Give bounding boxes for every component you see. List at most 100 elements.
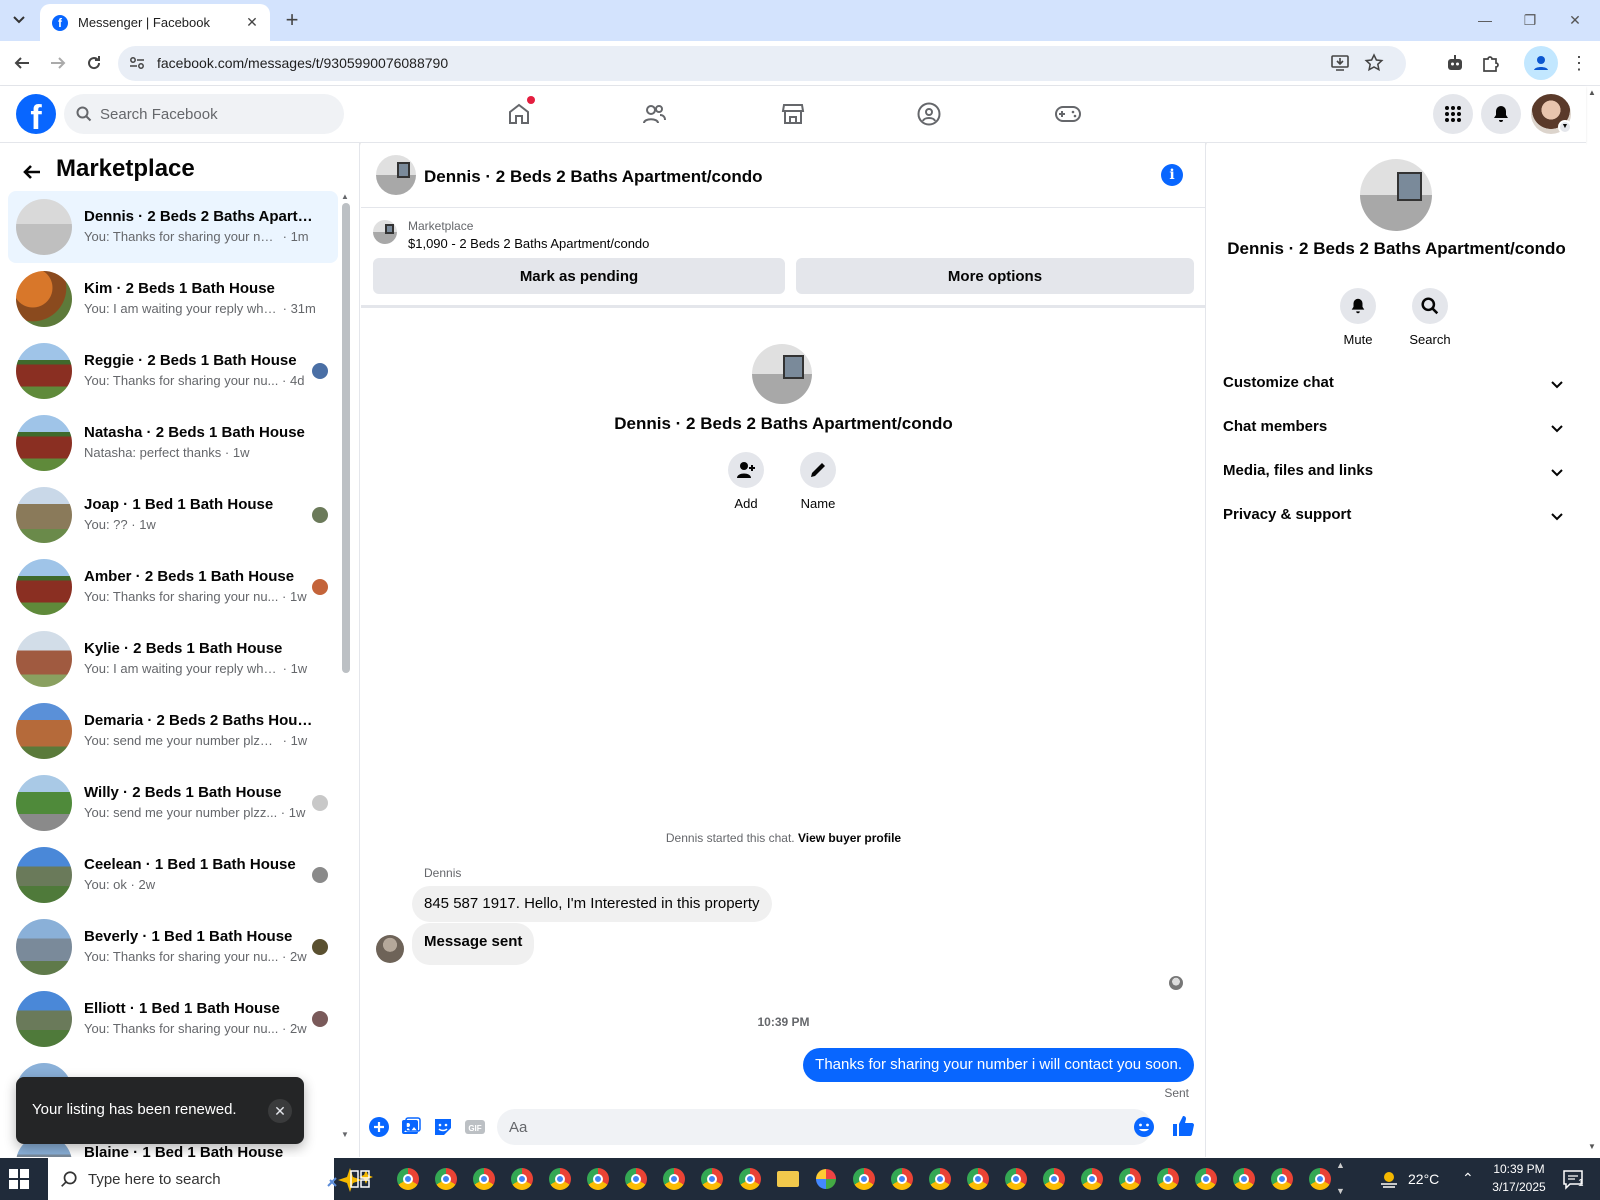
add-people-button[interactable]: Add <box>716 452 776 511</box>
back-arrow-icon[interactable] <box>16 156 48 188</box>
chat-list-item[interactable]: Joap · 1 Bed 1 Bath House You: ?? · 1w <box>8 479 338 551</box>
more-options-button[interactable]: More options <box>796 258 1194 294</box>
chrome-icon[interactable] <box>849 1164 879 1194</box>
nav-tab-gaming[interactable] <box>1012 86 1124 142</box>
info-icon[interactable]: i <box>1161 164 1183 186</box>
browser-tab-messenger[interactable]: f Messenger | Facebook ✕ <box>40 4 270 41</box>
chrome-icon[interactable] <box>1001 1164 1031 1194</box>
install-app-icon[interactable] <box>1330 53 1350 73</box>
chrome-icon[interactable] <box>431 1164 461 1194</box>
page-scroll-down-icon[interactable]: ▼ <box>1588 1142 1596 1151</box>
nav-tab-marketplace[interactable] <box>737 86 849 142</box>
thumbs-up-icon[interactable] <box>1171 1114 1195 1138</box>
close-window-icon[interactable]: ✕ <box>1560 8 1590 32</box>
chrome-icon[interactable] <box>963 1164 993 1194</box>
back-arrow-icon[interactable] <box>9 50 35 76</box>
sticker-icon[interactable] <box>432 1116 454 1138</box>
chrome-icon[interactable] <box>1039 1164 1069 1194</box>
name-chat-button[interactable]: Name <box>788 452 848 511</box>
account-chevron-down-icon[interactable]: ▼ <box>1558 120 1572 134</box>
incoming-message[interactable]: Message sent <box>412 923 535 965</box>
plus-circle-icon[interactable] <box>368 1116 390 1138</box>
scroll-down-arrow-icon[interactable]: ▼ <box>341 1130 349 1139</box>
chat-list-item[interactable]: Amber · 2 Beds 1 Bath House You: Thanks f… <box>8 551 338 623</box>
tab-close-icon[interactable]: ✕ <box>243 13 261 31</box>
url-text[interactable]: facebook.com/messages/t/9305990076088790 <box>157 55 448 71</box>
facebook-logo[interactable]: f <box>16 94 56 134</box>
gif-icon[interactable]: GIF <box>464 1116 486 1138</box>
chrome-icon[interactable] <box>469 1164 499 1194</box>
chrome-icon[interactable] <box>545 1164 575 1194</box>
nav-tab-friends[interactable] <box>598 86 710 142</box>
photo-icon[interactable] <box>400 1116 422 1138</box>
extensions-puzzle-icon[interactable] <box>1480 52 1502 74</box>
mute-button[interactable]: Mute <box>1326 288 1390 347</box>
listing-thumbnail[interactable] <box>373 220 397 244</box>
section-media-files-links[interactable]: Media, files and links <box>1215 450 1573 494</box>
facebook-search-input[interactable] <box>100 104 330 124</box>
sender-avatar[interactable] <box>376 935 404 963</box>
extension-robot-icon[interactable] <box>1444 52 1466 74</box>
chrome-icon[interactable] <box>1191 1164 1221 1194</box>
chat-list-item[interactable]: Kylie · 2 Beds 1 Bath House You: I am wai… <box>8 623 338 695</box>
message-input[interactable] <box>497 1109 1152 1145</box>
clock-date[interactable]: 3/17/2025 <box>1484 1180 1554 1194</box>
emoji-icon[interactable] <box>1133 1116 1155 1138</box>
chrome-icon[interactable] <box>925 1164 955 1194</box>
paint-icon[interactable] <box>811 1164 841 1194</box>
section-customize-chat[interactable]: Customize chat <box>1215 362 1573 406</box>
chat-list-item[interactable]: Elliott · 1 Bed 1 Bath House You: Thanks … <box>8 983 338 1055</box>
listing-price[interactable]: $1,090 - 2 Beds 2 Baths Apartment/condo <box>408 236 649 251</box>
tab-search-menu-button[interactable] <box>6 8 32 32</box>
chrome-icon[interactable] <box>1077 1164 1107 1194</box>
forward-arrow-icon[interactable] <box>45 50 71 76</box>
taskbar-search[interactable]: Type here to search <box>48 1158 373 1200</box>
chat-list-scrollbar[interactable] <box>342 203 350 673</box>
minimize-window-icon[interactable]: — <box>1470 8 1500 32</box>
chrome-icon[interactable] <box>1305 1164 1335 1194</box>
new-tab-button[interactable]: + <box>281 9 303 31</box>
browser-profile-button[interactable] <box>1524 46 1558 80</box>
chrome-icon[interactable] <box>507 1164 537 1194</box>
taskbar-scroll-up-icon[interactable]: ▲ <box>1336 1160 1345 1170</box>
chat-list-item[interactable]: Ceelean · 1 Bed 1 Bath House You: ok · 2w <box>8 839 338 911</box>
view-buyer-profile-link[interactable]: View buyer profile <box>798 831 901 845</box>
chrome-icon[interactable] <box>659 1164 689 1194</box>
file-explorer-icon[interactable] <box>773 1164 803 1194</box>
chrome-icon[interactable] <box>1267 1164 1297 1194</box>
address-bar[interactable]: facebook.com/messages/t/9305990076088790 <box>118 46 1406 81</box>
chrome-icon[interactable] <box>621 1164 651 1194</box>
site-info-icon[interactable] <box>128 54 146 72</box>
chat-list-item[interactable]: Kim · 2 Beds 1 Bath House You: I am waiti… <box>8 263 338 335</box>
taskbar-scroll-down-icon[interactable]: ▼ <box>1336 1186 1345 1196</box>
chrome-icon[interactable] <box>583 1164 613 1194</box>
chat-list-item[interactable]: Demaria · 2 Beds 2 Baths House You: send … <box>8 695 338 767</box>
chrome-icon[interactable] <box>1229 1164 1259 1194</box>
incoming-message[interactable]: 845 587 1917. Hello, I'm Interested in t… <box>412 886 772 922</box>
browser-menu-icon[interactable]: ⋮ <box>1566 50 1592 76</box>
nav-tab-groups[interactable] <box>873 86 985 142</box>
notifications-button[interactable] <box>1481 94 1521 134</box>
search-in-conversation-button[interactable]: Search <box>1398 288 1462 347</box>
reload-icon[interactable] <box>81 50 107 76</box>
chat-list-item[interactable]: Willy · 2 Beds 1 Bath House You: send me … <box>8 767 338 839</box>
chat-list-item[interactable]: Dennis · 2 Beds 2 Baths Apartment/condo Y… <box>8 191 338 263</box>
chrome-icon[interactable] <box>735 1164 765 1194</box>
chat-list-item[interactable]: Natasha · 2 Beds 1 Bath House Natasha: pe… <box>8 407 338 479</box>
scroll-up-arrow-icon[interactable]: ▲ <box>341 192 349 201</box>
outgoing-message[interactable]: Thanks for sharing your number i will co… <box>803 1048 1194 1082</box>
conversation-avatar[interactable] <box>376 155 416 195</box>
chrome-icon[interactable] <box>1115 1164 1145 1194</box>
tray-chevron-up-icon[interactable]: ⌃ <box>1462 1170 1474 1187</box>
section-privacy-support[interactable]: Privacy & support <box>1215 494 1573 538</box>
chrome-icon[interactable] <box>887 1164 917 1194</box>
page-scroll-up-icon[interactable]: ▲ <box>1588 88 1596 97</box>
restore-window-icon[interactable]: ❐ <box>1515 8 1545 32</box>
section-chat-members[interactable]: Chat members <box>1215 406 1573 450</box>
facebook-search[interactable] <box>64 94 344 134</box>
windows-start-icon[interactable] <box>8 1168 30 1190</box>
chrome-icon[interactable] <box>1153 1164 1183 1194</box>
conversation-title[interactable]: Dennis · 2 Beds 2 Baths Apartment/condo <box>424 167 762 187</box>
toast-close-icon[interactable]: ✕ <box>268 1099 292 1123</box>
menu-grid-button[interactable] <box>1433 94 1473 134</box>
